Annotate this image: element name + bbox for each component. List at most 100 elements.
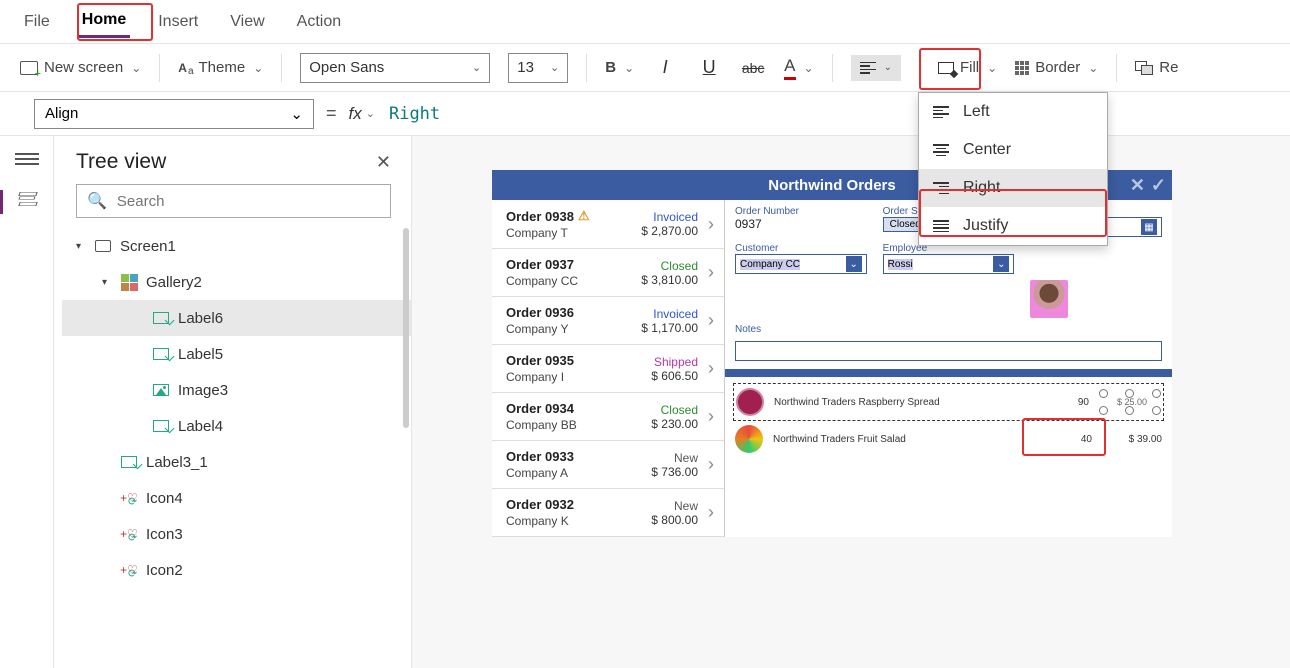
bold-button[interactable]: B bbox=[605, 59, 634, 76]
menu-home[interactable]: Home bbox=[78, 5, 130, 38]
order-row[interactable]: Order 0938 ⚠Company TInvoiced$ 2,870.00› bbox=[492, 200, 724, 249]
tree-body: ▾Screen1▾Gallery2Label6Label5 Image3 Label… bbox=[54, 228, 411, 668]
separator bbox=[586, 54, 587, 82]
align-option-label: Center bbox=[963, 141, 1011, 159]
fx-label[interactable]: fx bbox=[349, 104, 362, 124]
chevron-right-icon[interactable]: › bbox=[708, 358, 714, 379]
scrollbar-thumb[interactable] bbox=[403, 228, 409, 428]
cancel-icon[interactable]: ✕ bbox=[1130, 175, 1145, 196]
strikethrough-button[interactable]: abc bbox=[740, 60, 766, 76]
reorder-button[interactable]: Re bbox=[1135, 59, 1178, 76]
canvas[interactable]: Northwind Orders ✕ ✓ Order 0938 ⚠Company… bbox=[412, 136, 1290, 668]
menu-file[interactable]: File bbox=[20, 7, 54, 37]
order-id: Order 0936 bbox=[506, 305, 574, 320]
order-row[interactable]: Order 0937Company CCClosed$ 3,810.00› bbox=[492, 249, 724, 297]
tree-node-image3[interactable]: Image3 bbox=[62, 372, 411, 408]
tree-node-label6[interactable]: Label6 bbox=[62, 300, 411, 336]
order-row[interactable]: Order 0932Company KNew$ 800.00› bbox=[492, 489, 724, 537]
expand-caret-icon[interactable]: ▾ bbox=[76, 241, 86, 252]
tree-node-label3_1[interactable]: Label3_1 bbox=[62, 444, 411, 480]
notes-input[interactable] bbox=[735, 341, 1162, 361]
menu-action[interactable]: Action bbox=[293, 7, 345, 37]
tree-node-label: Image3 bbox=[178, 382, 228, 399]
align-option-center[interactable]: Center bbox=[919, 131, 1107, 169]
orders-gallery[interactable]: Order 0938 ⚠Company TInvoiced$ 2,870.00›… bbox=[492, 200, 724, 537]
fill-button[interactable]: Fill bbox=[938, 59, 997, 76]
reorder-label: Re bbox=[1159, 59, 1178, 76]
border-button[interactable]: Border bbox=[1015, 59, 1098, 76]
order-row[interactable]: Order 0936Company YInvoiced$ 1,170.00› bbox=[492, 297, 724, 345]
tree-search-box[interactable]: 🔍 bbox=[76, 184, 391, 218]
hamburger-icon[interactable] bbox=[15, 150, 39, 168]
menu-view[interactable]: View bbox=[226, 7, 268, 37]
tree-node-gallery2[interactable]: ▾Gallery2 bbox=[62, 264, 411, 300]
order-number-value: 0937 bbox=[735, 217, 867, 231]
chevron-down-icon: ⌄ bbox=[993, 256, 1009, 272]
font-color-button[interactable]: A bbox=[784, 56, 813, 80]
underline-button[interactable]: U bbox=[696, 57, 722, 78]
order-row[interactable]: Order 0935Company IShipped$ 606.50› bbox=[492, 345, 724, 393]
tree-view-panel: Tree view ✕ 🔍 ▾Screen1▾Gallery2Label6Lab… bbox=[54, 136, 412, 668]
tree-view-icon[interactable] bbox=[17, 190, 37, 206]
theme-button[interactable]: Theme bbox=[178, 59, 263, 76]
order-id: Order 0938 ⚠ bbox=[506, 208, 590, 224]
employee-select[interactable]: Rossi⌄ bbox=[883, 254, 1015, 274]
formula-input[interactable]: Right bbox=[389, 104, 440, 124]
order-price: $ 3,810.00 bbox=[641, 273, 698, 287]
tree-node-screen1[interactable]: ▾Screen1 bbox=[62, 228, 411, 264]
chevron-right-icon[interactable]: › bbox=[708, 502, 714, 523]
tree-node-icon4[interactable]: +♡Icon4 bbox=[62, 480, 411, 516]
font-family-select[interactable]: Open Sans ⌄ bbox=[300, 53, 490, 83]
tree-node-label4[interactable]: Label4 bbox=[62, 408, 411, 444]
new-screen-button[interactable]: New screen bbox=[20, 59, 141, 76]
chevron-right-icon[interactable]: › bbox=[708, 262, 714, 283]
order-status: Closed bbox=[641, 259, 698, 273]
confirm-icon[interactable]: ✓ bbox=[1151, 175, 1166, 196]
selection-handles[interactable]: $ 25.00 bbox=[1099, 389, 1161, 415]
order-status: Shipped bbox=[651, 355, 698, 369]
order-id: Order 0933 bbox=[506, 449, 574, 464]
order-row[interactable]: Order 0934Company BBClosed$ 230.00› bbox=[492, 393, 724, 441]
menu-insert[interactable]: Insert bbox=[154, 7, 202, 37]
order-id: Order 0932 bbox=[506, 497, 574, 512]
order-status: New bbox=[651, 451, 698, 465]
chevron-down-icon: ⌄ bbox=[472, 61, 481, 74]
chevron-down-icon[interactable]: ⌄ bbox=[366, 107, 375, 120]
order-status: Invoiced bbox=[641, 210, 698, 224]
align-option-left[interactable]: Left bbox=[919, 93, 1107, 131]
order-price: $ 1,170.00 bbox=[641, 321, 698, 335]
border-icon bbox=[1015, 61, 1029, 75]
font-size-select[interactable]: 13 ⌄ bbox=[508, 53, 568, 83]
expand-caret-icon[interactable]: ▾ bbox=[102, 277, 112, 288]
order-row[interactable]: Order 0933Company ANew$ 736.00› bbox=[492, 441, 724, 489]
align-option-justify[interactable]: Justify bbox=[919, 207, 1107, 245]
line-price: $ 39.00 bbox=[1102, 434, 1162, 445]
customer-select[interactable]: Company CC⌄ bbox=[735, 254, 867, 274]
align-left-icon bbox=[933, 106, 949, 118]
close-icon[interactable]: ✕ bbox=[376, 152, 391, 173]
order-detail-panel: Order Number 0937 Order Status Closed at… bbox=[724, 200, 1172, 537]
line-item[interactable]: Northwind Traders Raspberry Spread90$ 25… bbox=[733, 383, 1164, 421]
line-item[interactable]: Northwind Traders Fruit Salad40$ 39.00 bbox=[733, 421, 1164, 457]
align-center-icon bbox=[933, 144, 949, 156]
chevron-right-icon[interactable]: › bbox=[708, 310, 714, 331]
line-items-gallery[interactable]: Northwind Traders Raspberry Spread90$ 25… bbox=[725, 377, 1172, 463]
chevron-right-icon[interactable]: › bbox=[708, 454, 714, 475]
tree-search-input[interactable] bbox=[117, 193, 380, 210]
product-thumbnail bbox=[735, 425, 763, 453]
italic-button[interactable]: I bbox=[652, 57, 678, 78]
tree-node-icon2[interactable]: +♡Icon2 bbox=[62, 552, 411, 588]
text-align-button[interactable]: ⌄ bbox=[851, 55, 901, 81]
property-select[interactable]: Align ⌄ bbox=[34, 99, 314, 129]
align-option-right[interactable]: Right bbox=[919, 169, 1107, 207]
tree-node-icon3[interactable]: +♡Icon3 bbox=[62, 516, 411, 552]
chevron-right-icon[interactable]: › bbox=[708, 406, 714, 427]
underline-icon: U bbox=[703, 57, 716, 77]
chevron-right-icon[interactable]: › bbox=[708, 214, 714, 235]
ribbon: New screen Theme Open Sans ⌄ 13 ⌄ B I U … bbox=[0, 44, 1290, 92]
order-status: New bbox=[651, 499, 698, 513]
separator bbox=[832, 54, 833, 82]
tree-node-label5[interactable]: Label5 bbox=[62, 336, 411, 372]
order-price: $ 2,870.00 bbox=[641, 224, 698, 238]
align-dropdown-menu: Left Center Right Justify bbox=[918, 92, 1108, 246]
